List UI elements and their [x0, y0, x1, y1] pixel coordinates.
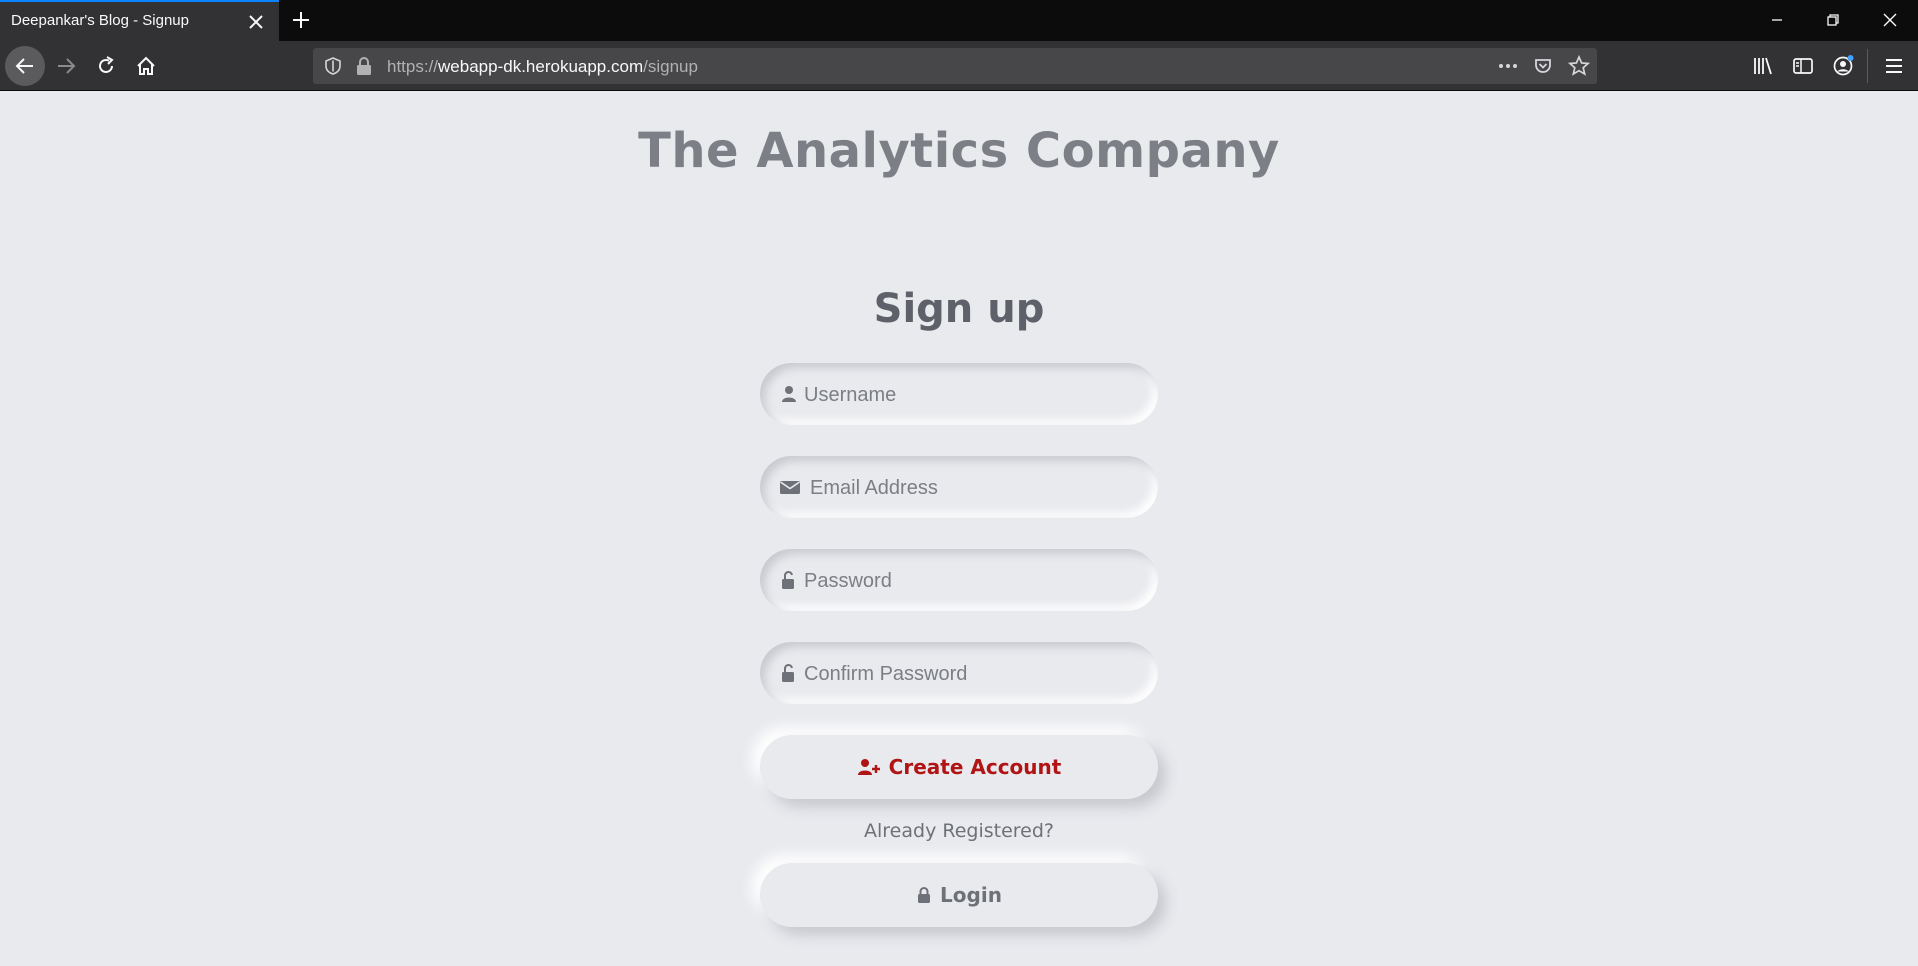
password-input[interactable] [802, 549, 1146, 613]
confirm-password-field[interactable] [760, 642, 1158, 706]
url-protocol: https:// [387, 57, 439, 76]
already-registered-text: Already Registered? [864, 820, 1054, 842]
browser-tab-bar: Deepankar's Blog - Signup [0, 0, 1918, 41]
url-bar[interactable]: https://webapp-dk.herokuapp.com/signup [313, 48, 1597, 84]
username-field[interactable] [760, 363, 1158, 427]
new-tab-icon[interactable] [290, 9, 312, 31]
unlock-icon [782, 571, 794, 589]
browser-toolbar: https://webapp-dk.herokuapp.com/signup [0, 41, 1918, 91]
shield-icon[interactable] [323, 56, 343, 76]
brand-title: The Analytics Company [638, 123, 1280, 179]
library-icon[interactable] [1751, 54, 1775, 78]
back-button[interactable] [5, 46, 45, 86]
url-path: /signup [643, 57, 698, 76]
user-plus-icon [857, 759, 880, 775]
lock-icon [918, 887, 931, 903]
sidebar-icon[interactable] [1791, 54, 1815, 78]
pocket-icon[interactable] [1533, 56, 1553, 76]
more-actions-icon[interactable] [1497, 56, 1519, 76]
confirm-password-input[interactable] [802, 642, 1146, 706]
lock-icon[interactable] [355, 56, 373, 76]
close-tab-icon[interactable] [247, 13, 265, 31]
home-icon [137, 56, 155, 75]
login-label: Login [940, 883, 1002, 907]
create-account-button[interactable]: Create Account [760, 735, 1158, 799]
tab-title: Deepankar's Blog - Signup [11, 12, 189, 29]
restore-window-icon[interactable] [1823, 10, 1843, 30]
close-window-icon[interactable] [1880, 10, 1900, 30]
envelope-icon [780, 481, 800, 494]
login-button[interactable]: Login [760, 863, 1158, 927]
email-field[interactable] [760, 456, 1158, 520]
url-text[interactable]: https://webapp-dk.herokuapp.com/signup [387, 57, 698, 77]
browser-tab-active[interactable]: Deepankar's Blog - Signup [0, 0, 279, 41]
page-title: Sign up [873, 286, 1045, 332]
home-button[interactable] [126, 46, 166, 86]
create-account-label: Create Account [888, 755, 1062, 779]
forward-button[interactable] [46, 46, 86, 86]
toolbar-separator [1867, 49, 1868, 83]
arrow-left-icon [15, 58, 33, 74]
hamburger-menu-icon[interactable] [1882, 54, 1906, 78]
user-icon [782, 386, 796, 402]
reload-button[interactable] [86, 46, 126, 86]
password-field[interactable] [760, 549, 1158, 613]
reload-icon [99, 56, 114, 73]
minimize-window-icon[interactable] [1767, 10, 1787, 30]
account-icon[interactable] [1831, 54, 1855, 78]
unlock-icon [782, 664, 794, 682]
bookmark-star-icon[interactable] [1568, 55, 1590, 77]
arrow-right-icon [58, 58, 76, 74]
email-input[interactable] [808, 456, 1152, 520]
username-input[interactable] [802, 363, 1146, 427]
url-host: webapp-dk.herokuapp.com [438, 57, 644, 76]
